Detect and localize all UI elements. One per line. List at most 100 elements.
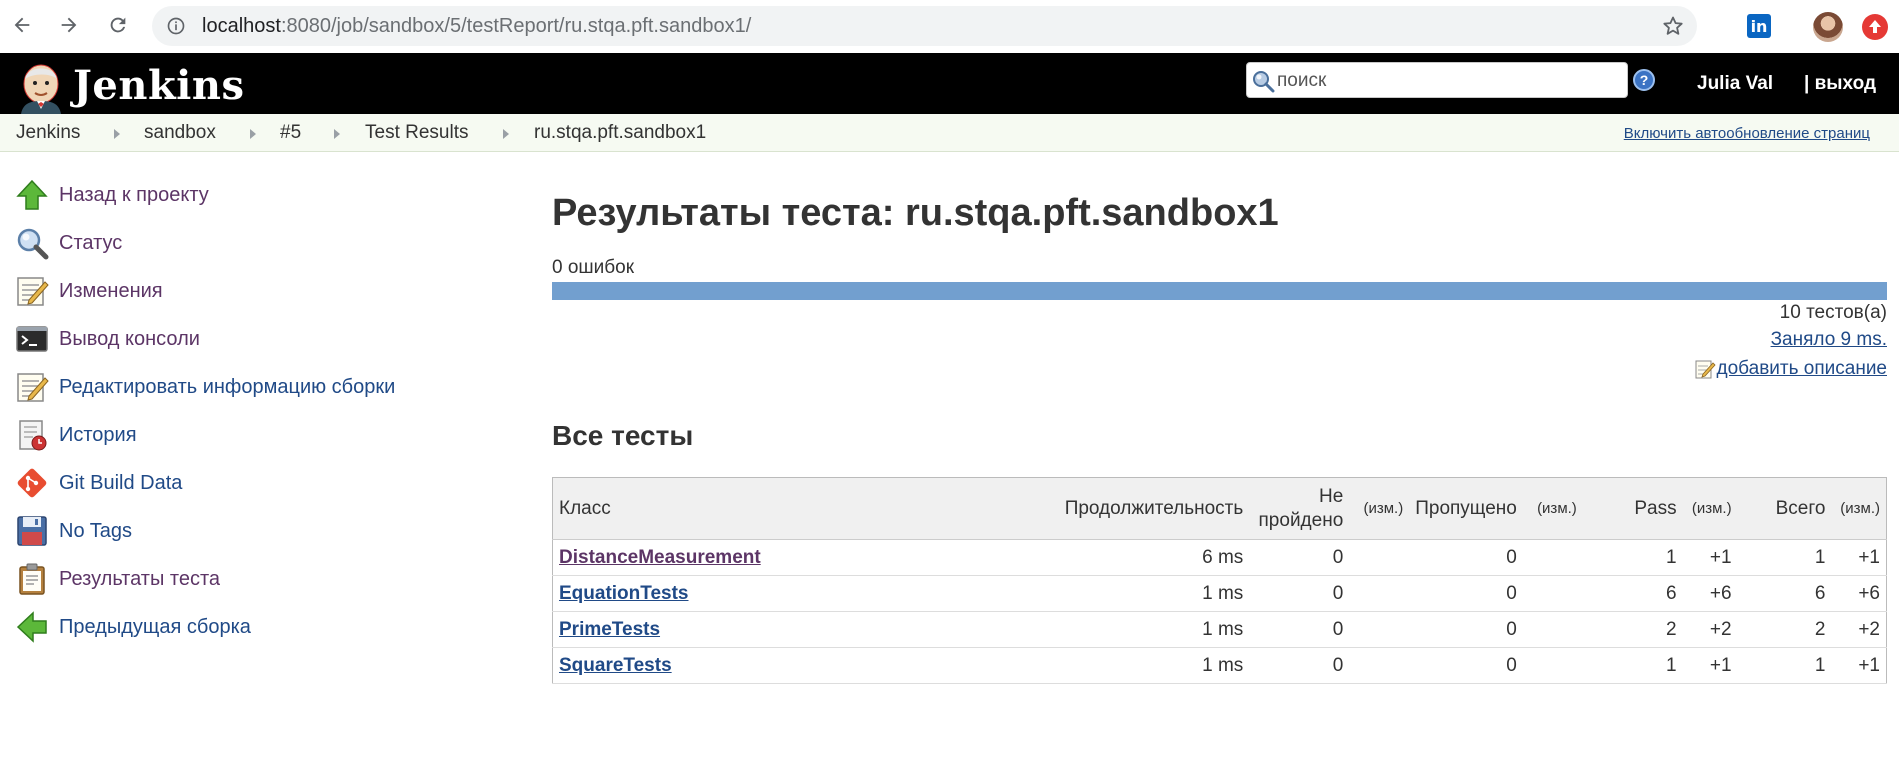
breadcrumb-chevron-icon[interactable] [114,129,120,139]
duration-cell: 6 ms [1052,539,1250,576]
column-header-duration[interactable]: Продолжительность [1052,477,1250,540]
breadcrumb-chevron-icon[interactable] [334,129,340,139]
search-box[interactable] [1246,62,1628,98]
skipped-cell: 0 [1409,647,1523,684]
column-header-pass-diff[interactable]: (изм.) [1682,477,1738,540]
linkedin-extension-icon[interactable]: in [1747,14,1771,38]
info-icon[interactable] [166,16,186,36]
test-class-link[interactable]: SquareTests [559,655,672,676]
search-icon [1253,71,1275,93]
total-cell: 1 [1737,539,1832,576]
help-icon[interactable]: ? [1633,69,1655,91]
page-title: Результаты теста: ru.stqa.pft.sandbox1 [552,192,1279,234]
test-results-table: Класс Продолжительность Не пройдено (изм… [552,477,1887,684]
table-row: DistanceMeasurement 6 ms 0 0 1 +1 1 +1 [552,539,1887,576]
pass-cell: 6 [1582,575,1683,612]
total-diff-cell: +6 [1831,575,1887,612]
pass-cell: 2 [1582,611,1683,648]
sidebar-item-no-tags[interactable]: No Tags [14,513,132,549]
url-text[interactable]: localhost:8080/job/sandbox/5/testReport/… [202,15,751,38]
table-header-row: Класс Продолжительность Не пройдено (изм… [552,477,1887,540]
failed-diff-cell [1349,575,1410,612]
bookmark-star-icon[interactable] [1661,14,1685,38]
breadcrumb-jenkins[interactable]: Jenkins [16,122,80,144]
forward-button[interactable] [55,11,83,39]
browser-update-icon[interactable] [1862,14,1888,40]
sidebar-item-label: Git Build Data [59,471,183,494]
sidebar-item-test-results[interactable]: Результаты теста [14,561,220,597]
sidebar-item-status[interactable]: Статус [14,225,122,261]
breadcrumb-sandbox[interactable]: sandbox [144,122,216,144]
sidebar-item-previous-build[interactable]: Предыдущая сборка [14,609,251,645]
test-class-link[interactable]: DistanceMeasurement [559,547,761,568]
tests-total: 10 тестов(а) [1779,302,1887,323]
test-class-link[interactable]: PrimeTests [559,619,660,640]
user-name-link[interactable]: Julia Val [1697,73,1773,95]
sidebar-item-label: Результаты теста [59,567,221,590]
pass-diff-cell: +2 [1682,611,1738,648]
profile-avatar[interactable] [1813,12,1843,42]
column-header-failed-diff[interactable]: (изм.) [1349,477,1410,540]
forward-arrow-icon [61,17,77,33]
sidebar-item-label: Изменения [59,279,163,302]
left-arrow-icon [14,609,50,645]
sidebar-item-back-to-project[interactable]: Назад к проекту [14,177,209,213]
sidebar-item-history[interactable]: История [14,417,137,453]
clipboard-icon [14,561,50,597]
skipped-diff-cell [1522,575,1583,612]
duration-link[interactable]: Заняло 9 ms. [1771,329,1887,351]
breadcrumb-chevron-icon[interactable] [503,129,509,139]
breadcrumb-chevron-icon[interactable] [250,129,256,139]
total-cell: 2 [1737,611,1832,648]
reload-button[interactable] [104,11,132,39]
back-arrow-icon [14,17,30,33]
breadcrumb-build[interactable]: #5 [280,122,301,144]
breadcrumb: Jenkins sandbox #5 Test Results ru.stqa.… [0,114,1899,152]
total-cell: 6 [1737,575,1832,612]
column-header-total[interactable]: Всего [1737,477,1832,540]
add-description-link[interactable]: добавить описание [1694,356,1887,382]
breadcrumb-package[interactable]: ru.stqa.pft.sandbox1 [534,122,706,144]
sidebar-item-console-output[interactable]: Вывод консоли [14,321,200,357]
sidebar-item-label: Вывод консоли [59,327,200,350]
magnifier-icon [14,225,50,261]
column-header-total-diff[interactable]: (изм.) [1831,477,1887,540]
skipped-cell: 0 [1409,539,1523,576]
pass-cell: 1 [1582,539,1683,576]
pass-diff-cell: +1 [1682,647,1738,684]
back-button[interactable] [8,11,36,39]
column-header-skipped-diff[interactable]: (изм.) [1522,477,1583,540]
sidebar-item-label: Редактировать информацию сборки [59,375,396,398]
floppy-disk-icon [14,513,50,549]
total-diff-cell: +1 [1831,539,1887,576]
auto-refresh-link[interactable]: Включить автообновление страниц [1624,125,1870,142]
jenkins-butler-logo-icon[interactable] [15,61,67,114]
terminal-icon [14,321,50,357]
column-header-pass[interactable]: Pass [1582,477,1683,540]
breadcrumb-test-results[interactable]: Test Results [365,122,468,144]
sidebar-item-changes[interactable]: Изменения [14,273,163,309]
duration-cell: 1 ms [1052,611,1250,648]
jenkins-logo-text[interactable]: Jenkins [73,62,244,109]
address-bar[interactable]: localhost:8080/job/sandbox/5/testReport/… [152,6,1697,46]
sidebar-item-git-build-data[interactable]: Git Build Data [14,465,182,501]
search-input[interactable] [1277,67,1622,94]
table-row: EquationTests 1 ms 0 0 6 +6 6 +6 [552,575,1887,612]
column-header-failed[interactable]: Не пройдено [1249,477,1350,540]
browser-toolbar: localhost:8080/job/sandbox/5/testReport/… [0,0,1899,53]
failure-count: 0 ошибок [552,257,635,278]
logout-link[interactable]: | выход [1804,73,1876,95]
pass-diff-cell: +6 [1682,575,1738,612]
failed-cell: 0 [1249,575,1350,612]
failed-diff-cell [1349,539,1410,576]
history-icon [14,417,50,453]
test-class-link[interactable]: EquationTests [559,583,689,604]
total-cell: 1 [1737,647,1832,684]
column-header-class[interactable]: Класс [552,477,1053,540]
failed-diff-cell [1349,611,1410,648]
skipped-cell: 0 [1409,575,1523,612]
sidebar-item-edit-build-info[interactable]: Редактировать информацию сборки [14,369,395,405]
table-row: SquareTests 1 ms 0 0 1 +1 1 +1 [552,647,1887,684]
column-header-skipped[interactable]: Пропущено [1409,477,1523,540]
failed-diff-cell [1349,647,1410,684]
